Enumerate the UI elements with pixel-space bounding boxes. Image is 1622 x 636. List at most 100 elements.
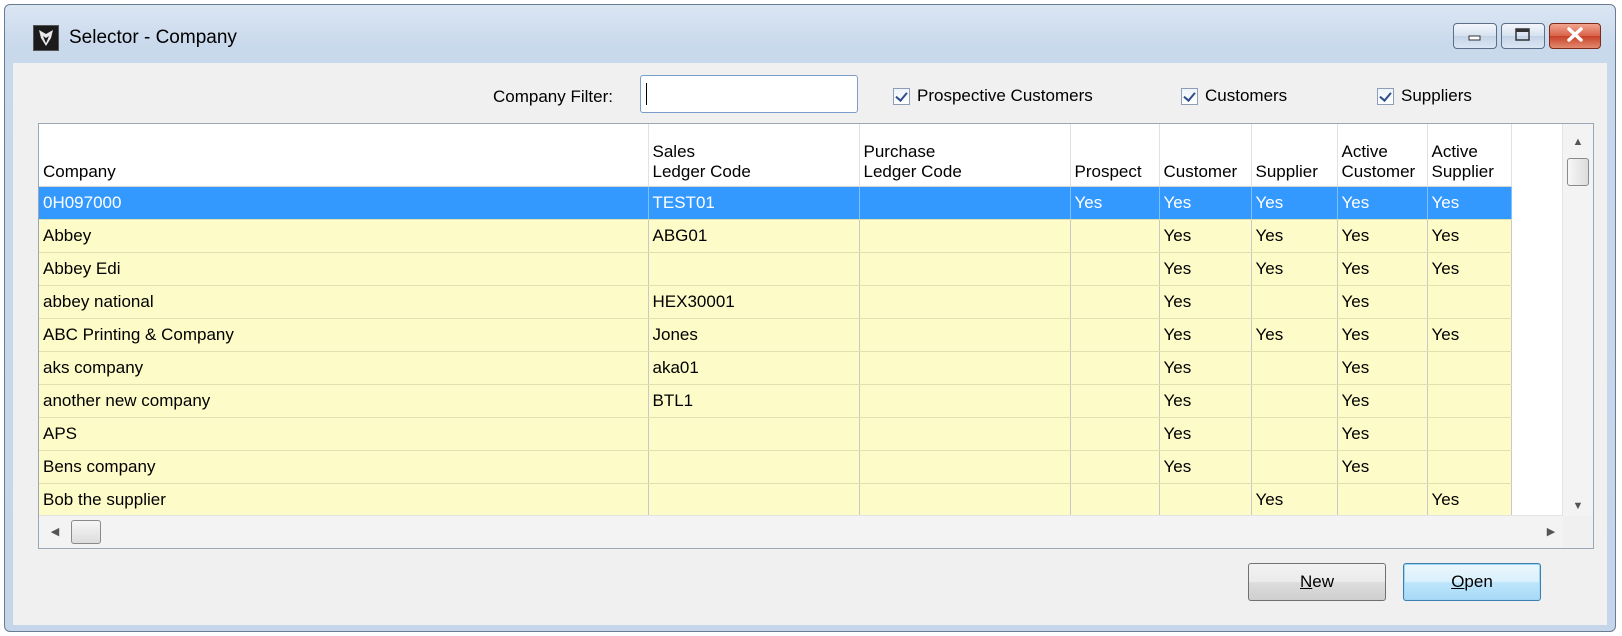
checkbox-checked-icon: [893, 87, 910, 105]
column-header[interactable]: Active Supplier: [1427, 124, 1512, 187]
selector-window: Selector - Company Company Filter: Prosp…: [4, 4, 1616, 632]
company-table: Company Sales Ledger Code Purchase Ledger Co…: [39, 124, 1512, 517]
table-cell: [648, 450, 860, 484]
scroll-up-arrow-icon[interactable]: ▲: [1563, 130, 1593, 154]
table-cell: [1427, 285, 1512, 319]
vertical-scrollbar[interactable]: ▲ ▼: [1562, 124, 1593, 518]
column-header[interactable]: Active Customer: [1337, 124, 1428, 187]
checkbox-checked-icon: [1181, 87, 1198, 105]
close-button[interactable]: [1549, 23, 1601, 49]
table-cell: [859, 384, 1071, 418]
column-header-line2: Supplier: [1255, 162, 1318, 181]
table-cell: HEX30001: [648, 285, 860, 319]
table-cell: Jones: [648, 318, 860, 352]
table-cell: APS: [39, 417, 649, 451]
table-cell: ABC Printing & Company: [39, 318, 649, 352]
table-cell: Yes: [1251, 186, 1338, 220]
column-header-line1: Purchase: [863, 142, 936, 161]
new-button[interactable]: New: [1248, 563, 1386, 601]
scroll-left-arrow-icon[interactable]: ◀: [43, 516, 67, 548]
table-cell: Yes: [1337, 417, 1428, 451]
table-row[interactable]: abbey national HEX30001 Yes Yes: [39, 285, 1512, 319]
table-cell: Yes: [1159, 252, 1252, 286]
table-cell: [1427, 417, 1512, 451]
table-cell: Yes: [1251, 252, 1338, 286]
table-cell: [859, 417, 1071, 451]
table-cell: [859, 318, 1071, 352]
column-header-line1: Sales: [652, 142, 696, 161]
table-cell: Bens company: [39, 450, 649, 484]
table-cell: Yes: [1427, 252, 1512, 286]
table-cell: [859, 252, 1071, 286]
table-row[interactable]: 0H097000 TEST01 Yes Yes Yes Yes Yes: [39, 186, 1512, 220]
window-title: Selector - Company: [69, 27, 237, 48]
scroll-down-arrow-icon[interactable]: ▼: [1563, 494, 1593, 518]
horizontal-scrollbar[interactable]: ◀ ▶: [39, 515, 1563, 548]
table-cell: [1337, 483, 1428, 517]
column-header[interactable]: Purchase Ledger Code: [859, 124, 1071, 187]
table-cell: [1070, 318, 1160, 352]
table-row[interactable]: ABC Printing & Company Jones Yes Yes Yes Yes: [39, 318, 1512, 352]
column-header-line2: Prospect: [1074, 162, 1142, 181]
table-cell: [1251, 351, 1338, 385]
table-row[interactable]: Bens company Yes Yes: [39, 450, 1512, 484]
column-header[interactable]: Customer: [1159, 124, 1252, 187]
column-header[interactable]: Supplier: [1251, 124, 1338, 187]
company-filter-input[interactable]: [640, 75, 858, 113]
horizontal-scroll-thumb[interactable]: [71, 520, 101, 544]
suppliers-checkbox[interactable]: Suppliers: [1377, 86, 1472, 106]
table-cell: Yes: [1159, 285, 1252, 319]
table-cell: ABG01: [648, 219, 860, 253]
client-area: Company Filter: Prospective Customers Cu…: [13, 63, 1607, 625]
table-cell: [859, 483, 1071, 517]
column-header-line1: [1164, 142, 1247, 162]
vertical-scroll-thumb[interactable]: [1567, 158, 1589, 186]
table-cell: Yes: [1159, 186, 1252, 220]
minimize-button[interactable]: [1453, 23, 1497, 49]
table-cell: Yes: [1337, 450, 1428, 484]
column-header[interactable]: Prospect: [1070, 124, 1160, 187]
column-header-line2: Ledger Code: [652, 162, 751, 181]
prospective-customers-checkbox[interactable]: Prospective Customers: [893, 86, 1093, 106]
table-cell: [1070, 483, 1160, 517]
column-header-line2: Customer: [1341, 162, 1416, 181]
table-cell: Yes: [1159, 417, 1252, 451]
company-grid[interactable]: Company Sales Ledger Code Purchase Ledger Co…: [38, 123, 1594, 549]
table-cell: Yes: [1337, 219, 1428, 253]
table-cell: aka01: [648, 351, 860, 385]
table-row[interactable]: aks company aka01 Yes Yes: [39, 351, 1512, 385]
table-cell: [1070, 384, 1160, 418]
table-row[interactable]: APS Yes Yes: [39, 417, 1512, 451]
table-cell: Yes: [1159, 351, 1252, 385]
customers-label: Customers: [1205, 86, 1288, 105]
table-cell: [1070, 351, 1160, 385]
table-cell: [1070, 417, 1160, 451]
company-filter-label: Company Filter:: [493, 87, 613, 106]
open-button[interactable]: Open: [1403, 563, 1541, 601]
title-bar[interactable]: Selector - Company: [5, 5, 1615, 69]
table-cell: [1070, 285, 1160, 319]
table-row[interactable]: Bob the supplier Yes Yes: [39, 483, 1512, 517]
column-header-line2: Customer: [1163, 162, 1238, 181]
new-label-rest: ew: [1312, 572, 1334, 591]
table-cell: 0H097000: [39, 186, 649, 220]
table-cell: [648, 252, 860, 286]
maximize-icon: [1515, 28, 1530, 41]
prospective-customers-label: Prospective Customers: [917, 86, 1093, 105]
table-cell: Yes: [1070, 186, 1160, 220]
table-cell: Abbey Edi: [39, 252, 649, 286]
maximize-button[interactable]: [1501, 23, 1545, 49]
table-cell: [859, 450, 1071, 484]
column-header-line1: Active: [1341, 142, 1388, 161]
table-row[interactable]: Abbey ABG01 Yes Yes Yes Yes: [39, 219, 1512, 253]
column-header[interactable]: Company: [39, 124, 649, 187]
table-row[interactable]: Abbey Edi Yes Yes Yes Yes: [39, 252, 1512, 286]
column-header[interactable]: Sales Ledger Code: [648, 124, 860, 187]
table-cell: [859, 219, 1071, 253]
table-cell: another new company: [39, 384, 649, 418]
table-cell: Yes: [1251, 318, 1338, 352]
column-header-line2: Company: [43, 162, 116, 181]
scroll-right-arrow-icon[interactable]: ▶: [1539, 516, 1563, 548]
customers-checkbox[interactable]: Customers: [1181, 86, 1287, 106]
table-row[interactable]: another new company BTL1 Yes Yes: [39, 384, 1512, 418]
